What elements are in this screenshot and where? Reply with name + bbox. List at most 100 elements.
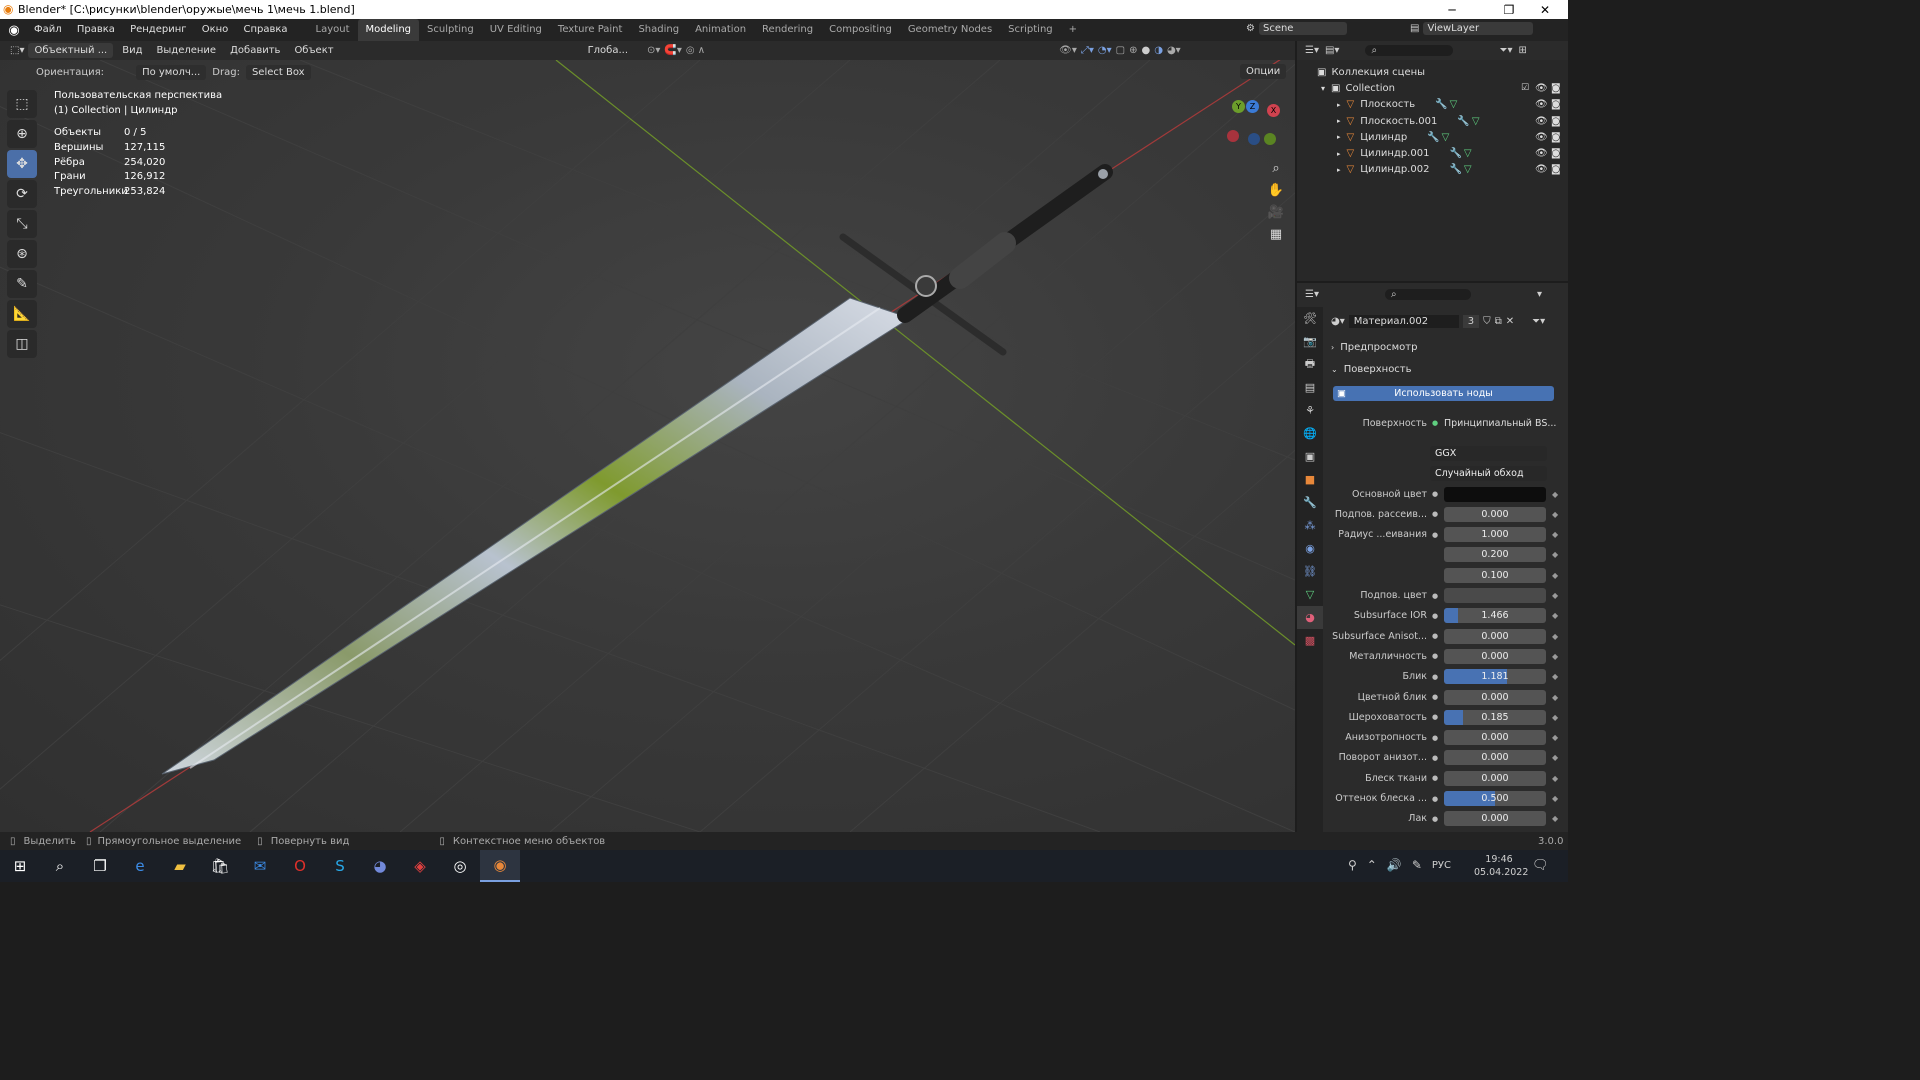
properties-search-icon[interactable]: ⌕	[1384, 288, 1471, 300]
close-button[interactable]: ✕	[1522, 0, 1568, 19]
socket-icon[interactable]: ●	[1430, 733, 1440, 743]
scene-selector[interactable]: ⚙ Scene	[1246, 22, 1347, 35]
tab-animation[interactable]: Animation	[687, 19, 754, 41]
skype-icon[interactable]: S	[320, 850, 360, 882]
scale-tool[interactable]: ⤡	[7, 210, 37, 238]
transform-tool[interactable]: ⊛	[7, 240, 37, 268]
shader-input-field[interactable]: 0.000	[1444, 648, 1546, 664]
modifier-icon[interactable]: 🔧	[1449, 164, 1461, 175]
mesh-data-icon[interactable]: ▽	[1464, 164, 1472, 175]
subsurface-method-dropdown[interactable]: Случайный обход	[1430, 465, 1547, 481]
shader-input-field[interactable]: 0.000	[1444, 689, 1546, 705]
select-box-tool[interactable]: ⬚	[7, 90, 37, 118]
move-tool[interactable]: ✥	[7, 150, 37, 178]
output-tab-icon[interactable]: 🖶	[1297, 353, 1323, 376]
edge-browser-icon[interactable]: e	[120, 850, 160, 882]
shader-input-field[interactable]	[1444, 486, 1546, 502]
gizmo-neg-x[interactable]	[1227, 130, 1239, 142]
add-workspace-button[interactable]: +	[1061, 19, 1085, 41]
properties-options-icon[interactable]: ▾	[1537, 289, 1542, 300]
tab-uv-editing[interactable]: UV Editing	[482, 19, 550, 41]
overlay-toggle-icon[interactable]: ◔▾	[1098, 45, 1112, 56]
new-collection-icon[interactable]: ⊞	[1518, 45, 1526, 56]
clock[interactable]: 19:46 05.04.2022	[1474, 853, 1528, 879]
search-icon[interactable]: ⌕	[40, 850, 80, 882]
surface-shader-value[interactable]: Принципиальный BS...	[1444, 418, 1556, 429]
expand-arrow-icon[interactable]: ▸	[1337, 150, 1341, 158]
expand-arrow-icon[interactable]: ▸	[1337, 133, 1341, 141]
modifier-tab-icon[interactable]: 🔧	[1297, 491, 1323, 514]
keyframe-icon[interactable]: ◆	[1552, 632, 1562, 641]
shader-input-field[interactable]: 0.000	[1444, 750, 1546, 766]
keyframe-icon[interactable]: ◆	[1552, 693, 1562, 702]
tab-scripting[interactable]: Scripting	[1000, 19, 1060, 41]
fake-user-icon[interactable]: ⛉	[1483, 316, 1491, 327]
annotate-tool[interactable]: ✎	[7, 270, 37, 298]
shader-input-field[interactable]: 1.466	[1444, 608, 1546, 624]
eye-icon[interactable]: 👁	[1535, 83, 1548, 94]
options-dropdown[interactable]: Опции	[1240, 64, 1287, 79]
keyframe-icon[interactable]: ◆	[1552, 591, 1562, 600]
scene-name[interactable]: Scene	[1258, 22, 1347, 35]
sword-model[interactable]	[0, 60, 1295, 832]
show-hidden-icon[interactable]: ⌃	[1367, 858, 1377, 872]
keyframe-icon[interactable]: ◆	[1552, 550, 1562, 559]
socket-icon[interactable]: ●	[1430, 631, 1440, 641]
shading-solid-icon[interactable]: ●	[1141, 45, 1150, 56]
camera-render-icon[interactable]: ◙	[1551, 148, 1561, 159]
use-nodes-button[interactable]: ▣ Использовать ноды	[1333, 386, 1554, 401]
display-mode-icon[interactable]: ▤▾	[1325, 45, 1339, 56]
proportional-edit-icon[interactable]: ◎ ∧	[686, 45, 705, 56]
zoom-icon[interactable]: ⌕	[1265, 157, 1287, 179]
keyframe-icon[interactable]: ◆	[1552, 753, 1562, 762]
view-menu[interactable]: Вид	[117, 43, 147, 58]
mesh-data-icon[interactable]: ▽	[1442, 132, 1450, 143]
particles-tab-icon[interactable]: ⁂	[1297, 514, 1323, 537]
mesh-data-icon[interactable]: ▽	[1464, 148, 1472, 159]
keyframe-icon[interactable]: ◆	[1552, 713, 1562, 722]
camera-render-icon[interactable]: ◙	[1551, 116, 1561, 127]
socket-icon[interactable]: ●	[1430, 530, 1440, 540]
orientation-dropdown[interactable]: По умолч...	[136, 64, 207, 80]
scene-collection-row[interactable]: ▣ Коллекция сцены	[1297, 64, 1568, 80]
collection-tab-icon[interactable]: ▣	[1297, 445, 1323, 468]
opera-icon[interactable]: O	[280, 850, 320, 882]
shader-input-field[interactable]: 0.000	[1444, 628, 1546, 644]
outliner-search-icon[interactable]: ⌕	[1365, 45, 1454, 56]
keyframe-icon[interactable]: ◆	[1552, 774, 1562, 783]
volume-icon[interactable]: 🔊	[1387, 858, 1402, 872]
drag-dropdown[interactable]: Select Box	[245, 64, 311, 80]
material-filter-icon[interactable]: ⏷▾	[1532, 316, 1545, 327]
chrome-icon[interactable]: ◎	[440, 850, 480, 882]
mail-icon[interactable]: ✉	[240, 850, 280, 882]
blender-menu-icon[interactable]: ◉	[0, 23, 28, 38]
material-tab-icon[interactable]: ◕	[1297, 606, 1323, 629]
eye-icon[interactable]: 👁	[1535, 99, 1548, 110]
render-tab-icon[interactable]: 📷	[1297, 330, 1323, 353]
collection-row[interactable]: ▾ ▣ Collection ☑ 👁 ◙	[1297, 80, 1568, 96]
pen-icon[interactable]: ✎	[1412, 858, 1422, 872]
outliner-object-row[interactable]: ▸ ▽ Цилиндр.001 🔧 ▽ 👁 ◙	[1297, 145, 1568, 161]
preview-section-header[interactable]: › Предпросмотр	[1331, 338, 1417, 356]
camera-render-icon[interactable]: ◙	[1551, 132, 1561, 143]
material-name-field[interactable]: Материал.002	[1348, 314, 1459, 328]
socket-icon[interactable]: ●	[1430, 692, 1440, 702]
socket-icon[interactable]: ●	[1430, 591, 1440, 601]
people-icon[interactable]: ⚲	[1348, 858, 1357, 872]
editor-type-icon[interactable]: ⬚▾	[10, 45, 24, 56]
shader-input-field[interactable]: 0.000	[1444, 811, 1546, 827]
duplicate-material-icon[interactable]: ⧉	[1495, 316, 1502, 327]
snap-icon[interactable]: 🧲▾	[664, 45, 681, 56]
keyframe-icon[interactable]: ◆	[1552, 510, 1562, 519]
camera-render-icon[interactable]: ◙	[1551, 164, 1561, 175]
distribution-dropdown[interactable]: GGX	[1430, 445, 1547, 461]
socket-icon[interactable]	[1430, 550, 1440, 560]
keyframe-icon[interactable]: ◆	[1552, 733, 1562, 742]
shading-material-icon[interactable]: ◑	[1154, 45, 1163, 56]
grid-view-icon[interactable]: ▦	[1265, 223, 1287, 245]
surface-section-header[interactable]: ⌄ Поверхность	[1331, 360, 1412, 378]
socket-icon[interactable]: ●	[1430, 611, 1440, 621]
modifier-icon[interactable]: 🔧	[1427, 132, 1439, 143]
store-icon[interactable]: 🛍	[200, 850, 240, 882]
viewlayer-selector[interactable]: ▤ ViewLayer	[1410, 22, 1534, 35]
